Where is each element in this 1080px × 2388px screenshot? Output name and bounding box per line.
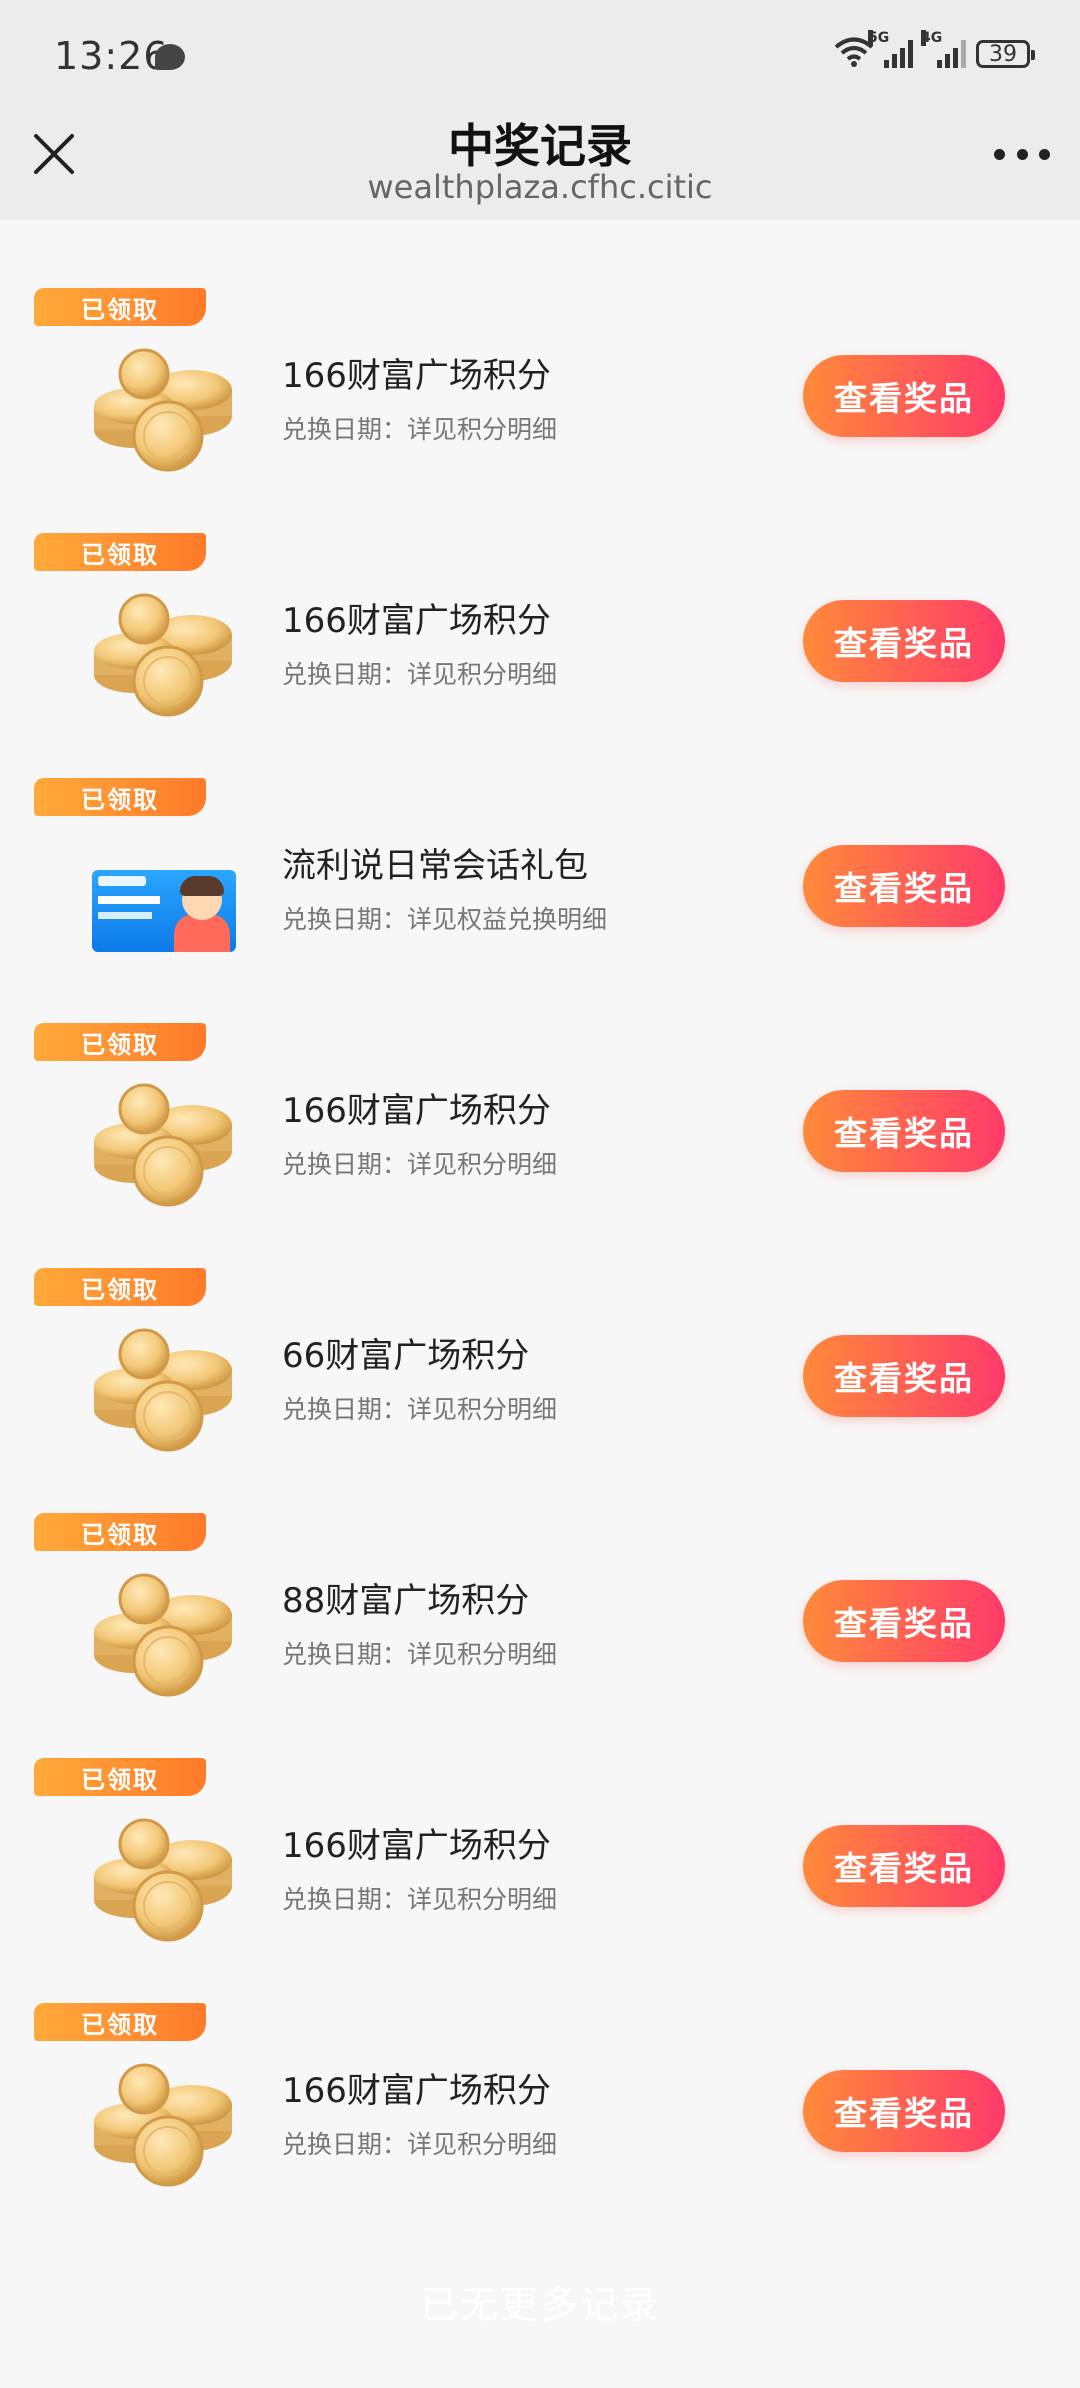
coins-icon <box>94 593 232 717</box>
coins-icon <box>94 1573 232 1697</box>
exchange-date: 兑换日期：详见积分明细 <box>282 415 558 444</box>
view-prize-button[interactable]: 查看奖品 <box>803 2070 1005 2152</box>
record-item: 已领取 166财富广场积分兑换日期：详见积分明细 查看奖品 <box>0 955 1080 1207</box>
record-item: 已领取 166财富广场积分兑换日期：详见积分明细 查看奖品 <box>0 1690 1080 1942</box>
prize-thumbnail <box>88 1083 240 1213</box>
view-prize-button[interactable]: 查看奖品 <box>803 1090 1005 1172</box>
message-icon <box>155 44 185 70</box>
coins-icon <box>94 1328 232 1452</box>
claimed-badge: 已领取 <box>34 1513 206 1551</box>
prize-title: 88财富广场积分 <box>282 1581 530 1621</box>
record-item: 已领取 166财富广场积分兑换日期：详见积分明细 查看奖品 <box>0 220 1080 472</box>
prize-title: 166财富广场积分 <box>282 356 551 396</box>
exchange-date: 兑换日期：详见积分明细 <box>282 2130 558 2159</box>
signal-5g-icon: 5G <box>868 30 913 68</box>
view-prize-button[interactable]: 查看奖品 <box>803 355 1005 437</box>
claimed-badge: 已领取 <box>34 288 206 326</box>
view-prize-button[interactable]: 查看奖品 <box>803 600 1005 682</box>
exchange-date: 兑换日期：详见积分明细 <box>282 1395 558 1424</box>
claimed-badge: 已领取 <box>34 778 206 816</box>
prize-title: 166财富广场积分 <box>282 2071 551 2111</box>
claimed-badge: 已领取 <box>34 1758 206 1796</box>
view-prize-button[interactable]: 查看奖品 <box>803 845 1005 927</box>
more-icon[interactable] <box>994 146 1050 162</box>
prize-thumbnail <box>88 1818 240 1948</box>
status-bar: 13:26 5G 4G 39 <box>0 0 1080 110</box>
prize-thumbnail <box>88 348 240 478</box>
battery-level: 39 <box>989 41 1017 67</box>
record-item: 已领取 66财富广场积分兑换日期：详见积分明细 查看奖品 <box>0 1200 1080 1452</box>
record-list: 已领取 166财富广场积分 兑换日期：详见积分明细 查看奖品 已领取 166财富… <box>0 220 1080 2187</box>
signal-4g-icon: 4G <box>921 30 966 68</box>
view-prize-button[interactable]: 查看奖品 <box>803 1580 1005 1662</box>
prize-thumbnail <box>88 593 240 723</box>
claimed-badge: 已领取 <box>34 533 206 571</box>
claimed-badge: 已领取 <box>34 1268 206 1306</box>
prize-thumbnail <box>88 838 240 968</box>
exchange-date: 兑换日期：详见积分明细 <box>282 660 558 689</box>
prize-thumbnail <box>88 1328 240 1458</box>
status-time: 13:26 <box>54 34 169 78</box>
system-icons: 5G 4G 39 <box>834 30 1035 68</box>
claimed-badge: 已领取 <box>34 1023 206 1061</box>
record-item: 已领取 166财富广场积分兑换日期：详见积分明细 查看奖品 <box>0 1935 1080 2187</box>
title-bar: 中奖记录 wealthplaza.cfhc.citic <box>0 110 1080 220</box>
prize-title: 166财富广场积分 <box>282 1826 551 1866</box>
exchange-date: 兑换日期：详见积分明细 <box>282 1640 558 1669</box>
prize-title: 66财富广场积分 <box>282 1336 530 1376</box>
page-title: 中奖记录 <box>448 119 632 173</box>
exchange-date: 兑换日期：详见积分明细 <box>282 1150 558 1179</box>
record-item: 已领取 166财富广场积分兑换日期：详见积分明细 查看奖品 <box>0 465 1080 717</box>
view-prize-button[interactable]: 查看奖品 <box>803 1825 1005 1907</box>
claimed-badge: 已领取 <box>34 2003 206 2041</box>
page-url: wealthplaza.cfhc.citic <box>367 168 713 206</box>
prize-thumbnail <box>88 2063 240 2193</box>
record-item: 已领取 88财富广场积分兑换日期：详见积分明细 查看奖品 <box>0 1445 1080 1697</box>
prize-title: 流利说日常会话礼包 <box>282 846 588 886</box>
coins-icon <box>94 1083 232 1207</box>
view-prize-button[interactable]: 查看奖品 <box>803 1335 1005 1417</box>
exchange-date: 兑换日期：详见权益兑换明细 <box>282 905 608 934</box>
prize-title: 166财富广场积分 <box>282 601 551 641</box>
battery-icon: 39 <box>976 40 1035 68</box>
coins-icon <box>94 1818 232 1942</box>
record-item: 已领取 流利说日常会话礼包兑换日期：详见权益兑换明细 查看奖品 <box>0 710 1080 955</box>
coins-icon <box>94 348 232 472</box>
exchange-date: 兑换日期：详见积分明细 <box>282 1885 558 1914</box>
coins-icon <box>94 2063 232 2187</box>
prize-title: 166财富广场积分 <box>282 1091 551 1131</box>
no-more-records: 已无更多记录 <box>419 2283 660 2327</box>
prize-thumbnail <box>88 1573 240 1703</box>
voucher-icon <box>92 870 236 952</box>
